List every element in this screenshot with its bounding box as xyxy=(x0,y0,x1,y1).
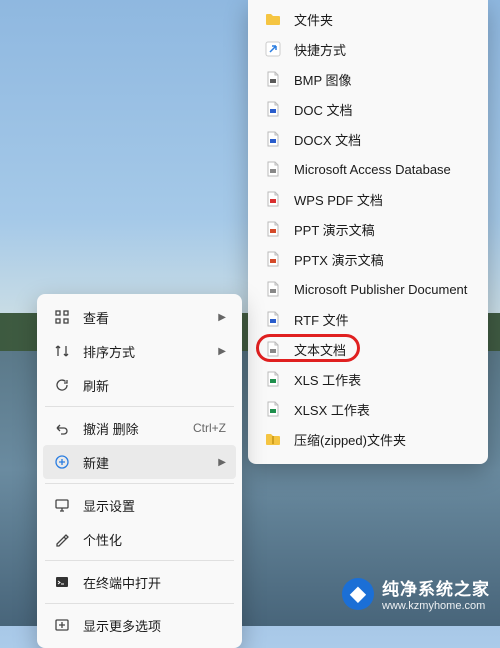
new-item-6[interactable]: WPS PDF 文档 xyxy=(254,184,482,214)
pdf-icon xyxy=(264,190,282,208)
terminal-icon xyxy=(53,573,71,591)
ctx-more-0[interactable]: 显示更多选项 xyxy=(43,608,236,642)
ctx-view-2[interactable]: 刷新 xyxy=(43,368,236,402)
more-options-icon xyxy=(53,616,71,634)
doc-icon xyxy=(264,100,282,118)
docx-icon xyxy=(264,130,282,148)
new-icon xyxy=(53,453,71,471)
new-item-11[interactable]: 文本文档 xyxy=(254,334,482,364)
ppt-icon xyxy=(264,220,282,238)
sub-label: WPS PDF 文档 xyxy=(294,190,472,209)
new-item-7[interactable]: PPT 演示文稿 xyxy=(254,214,482,244)
watermark: ◆ 纯净系统之家 www.kzmyhome.com xyxy=(342,575,490,612)
undo-icon xyxy=(53,419,71,437)
sub-label: Microsoft Access Database xyxy=(294,162,472,177)
sub-label: 压缩(zipped)文件夹 xyxy=(294,430,472,449)
chevron-right-icon: ▶ xyxy=(218,457,226,468)
menu-shortcut: Ctrl+Z xyxy=(193,421,226,435)
access-icon xyxy=(264,160,282,178)
new-item-3[interactable]: DOC 文档 xyxy=(254,94,482,124)
xlsx-icon xyxy=(264,400,282,418)
ctx-view-1[interactable]: 排序方式 ▶ xyxy=(43,334,236,368)
sub-label: DOCX 文档 xyxy=(294,130,472,149)
sub-label: DOC 文档 xyxy=(294,100,472,119)
menu-label: 新建 xyxy=(83,453,210,472)
sub-label: PPTX 演示文稿 xyxy=(294,250,472,269)
watermark-title: 纯净系统之家 xyxy=(382,575,490,600)
menu-label: 刷新 xyxy=(83,376,226,395)
sub-label: BMP 图像 xyxy=(294,70,472,89)
watermark-url: www.kzmyhome.com xyxy=(382,600,490,612)
new-submenu: 文件夹 快捷方式 BMP 图像 DOC 文档 DOCX 文档 Microsoft… xyxy=(248,0,488,464)
txt-icon xyxy=(264,340,282,358)
sub-label: 文件夹 xyxy=(294,10,472,29)
menu-label: 在终端中打开 xyxy=(83,573,226,592)
sub-label: RTF 文件 xyxy=(294,310,472,329)
publisher-icon xyxy=(264,280,282,298)
ctx-edit-1[interactable]: 新建 ▶ xyxy=(43,445,236,479)
sub-label: 快捷方式 xyxy=(294,40,472,59)
sub-label: XLSX 工作表 xyxy=(294,400,472,419)
new-item-13[interactable]: XLSX 工作表 xyxy=(254,394,482,424)
ctx-terminal-0[interactable]: 在终端中打开 xyxy=(43,565,236,599)
ctx-edit-0[interactable]: 撤消 删除 Ctrl+Z xyxy=(43,411,236,445)
menu-label: 排序方式 xyxy=(83,342,210,361)
sub-label: Microsoft Publisher Document xyxy=(294,282,472,297)
new-item-4[interactable]: DOCX 文档 xyxy=(254,124,482,154)
desktop-context-menu: 查看 ▶ 排序方式 ▶ 刷新 撤消 删除 Ctrl+Z 新建 ▶ 显示设置 个性… xyxy=(37,294,242,648)
watermark-logo-icon: ◆ xyxy=(342,578,374,610)
ctx-view-0[interactable]: 查看 ▶ xyxy=(43,300,236,334)
zip-icon xyxy=(264,430,282,448)
sort-icon xyxy=(53,342,71,360)
menu-label: 显示更多选项 xyxy=(83,616,226,635)
new-item-10[interactable]: RTF 文件 xyxy=(254,304,482,334)
refresh-icon xyxy=(53,376,71,394)
new-item-8[interactable]: PPTX 演示文稿 xyxy=(254,244,482,274)
new-item-0[interactable]: 文件夹 xyxy=(254,4,482,34)
pptx-icon xyxy=(264,250,282,268)
sub-label: PPT 演示文稿 xyxy=(294,220,472,239)
sub-label: 文本文档 xyxy=(294,340,472,359)
personalize-icon xyxy=(53,530,71,548)
new-item-14[interactable]: 压缩(zipped)文件夹 xyxy=(254,424,482,454)
shortcut-icon xyxy=(264,40,282,58)
view-grid-icon xyxy=(53,308,71,326)
xls-icon xyxy=(264,370,282,388)
new-item-1[interactable]: 快捷方式 xyxy=(254,34,482,64)
ctx-settings-0[interactable]: 显示设置 xyxy=(43,488,236,522)
ctx-settings-1[interactable]: 个性化 xyxy=(43,522,236,556)
new-item-9[interactable]: Microsoft Publisher Document xyxy=(254,274,482,304)
new-item-5[interactable]: Microsoft Access Database xyxy=(254,154,482,184)
display-icon xyxy=(53,496,71,514)
menu-label: 显示设置 xyxy=(83,496,226,515)
new-item-12[interactable]: XLS 工作表 xyxy=(254,364,482,394)
chevron-right-icon: ▶ xyxy=(218,346,226,357)
menu-label: 撤消 删除 xyxy=(83,419,193,438)
new-item-2[interactable]: BMP 图像 xyxy=(254,64,482,94)
chevron-right-icon: ▶ xyxy=(218,312,226,323)
sub-label: XLS 工作表 xyxy=(294,370,472,389)
rtf-icon xyxy=(264,310,282,328)
menu-label: 个性化 xyxy=(83,530,226,549)
menu-label: 查看 xyxy=(83,308,210,327)
folder-icon xyxy=(264,10,282,28)
bmp-icon xyxy=(264,70,282,88)
